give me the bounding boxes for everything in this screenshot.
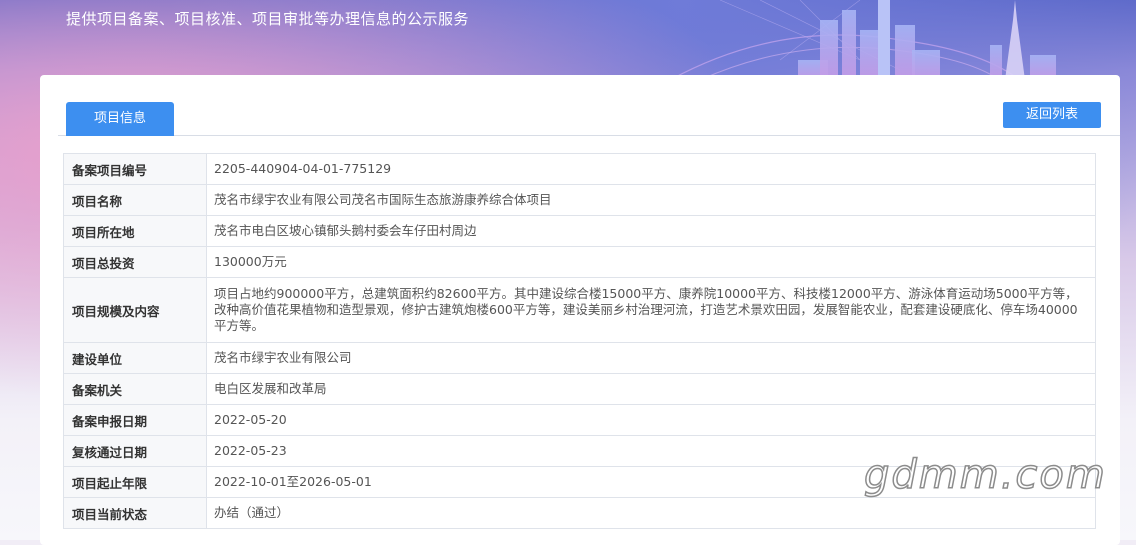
table-row: 备案项目编号 2205-440904-04-01-775129	[63, 153, 1096, 185]
row-label: 项目总投资	[63, 246, 207, 278]
row-label: 备案项目编号	[63, 153, 207, 185]
tab-bar: 项目信息	[58, 101, 1120, 136]
table-row: 备案申报日期 2022-05-20	[63, 404, 1096, 436]
table-row: 建设单位 茂名市绿宇农业有限公司	[63, 342, 1096, 374]
row-label: 复核通过日期	[63, 435, 207, 467]
site-watermark: gdmm.com	[863, 451, 1107, 499]
table-row: 项目总投资 130000万元	[63, 246, 1096, 278]
row-value: 130000万元	[206, 246, 1096, 278]
back-to-list-button[interactable]: 返回列表	[1003, 102, 1101, 128]
row-label: 项目规模及内容	[63, 277, 207, 343]
table-row: 备案机关 电白区发展和改革局	[63, 373, 1096, 405]
row-value: 电白区发展和改革局	[206, 373, 1096, 405]
row-label: 备案机关	[63, 373, 207, 405]
tab-project-info[interactable]: 项目信息	[66, 102, 174, 136]
row-label: 项目当前状态	[63, 497, 207, 529]
row-value: 2022-05-20	[206, 404, 1096, 436]
table-row: 项目名称 茂名市绿宇农业有限公司茂名市国际生态旅游康养综合体项目	[63, 184, 1096, 216]
row-value: 2205-440904-04-01-775129	[206, 153, 1096, 185]
row-value: 项目占地约900000平方，总建筑面积约82600平方。其中建设综合楼15000…	[206, 277, 1096, 343]
row-label: 项目名称	[63, 184, 207, 216]
city-skyline-illustration	[669, 0, 1056, 80]
row-label: 建设单位	[63, 342, 207, 374]
row-value: 茂名市电白区坡心镇郁头鹅村委会车仔田村周边	[206, 215, 1096, 247]
row-value: 茂名市绿宇农业有限公司茂名市国际生态旅游康养综合体项目	[206, 184, 1096, 216]
row-label: 备案申报日期	[63, 404, 207, 436]
table-row: 项目规模及内容 项目占地约900000平方，总建筑面积约82600平方。其中建设综…	[63, 277, 1096, 343]
page-subtitle: 提供项目备案、项目核准、项目审批等办理信息的公示服务	[66, 10, 470, 28]
table-row: 项目当前状态 办结（通过）	[63, 497, 1096, 529]
row-value: 办结（通过）	[206, 497, 1096, 529]
row-value: 茂名市绿宇农业有限公司	[206, 342, 1096, 374]
row-label: 项目起止年限	[63, 466, 207, 498]
table-row: 项目所在地 茂名市电白区坡心镇郁头鹅村委会车仔田村周边	[63, 215, 1096, 247]
row-label: 项目所在地	[63, 215, 207, 247]
